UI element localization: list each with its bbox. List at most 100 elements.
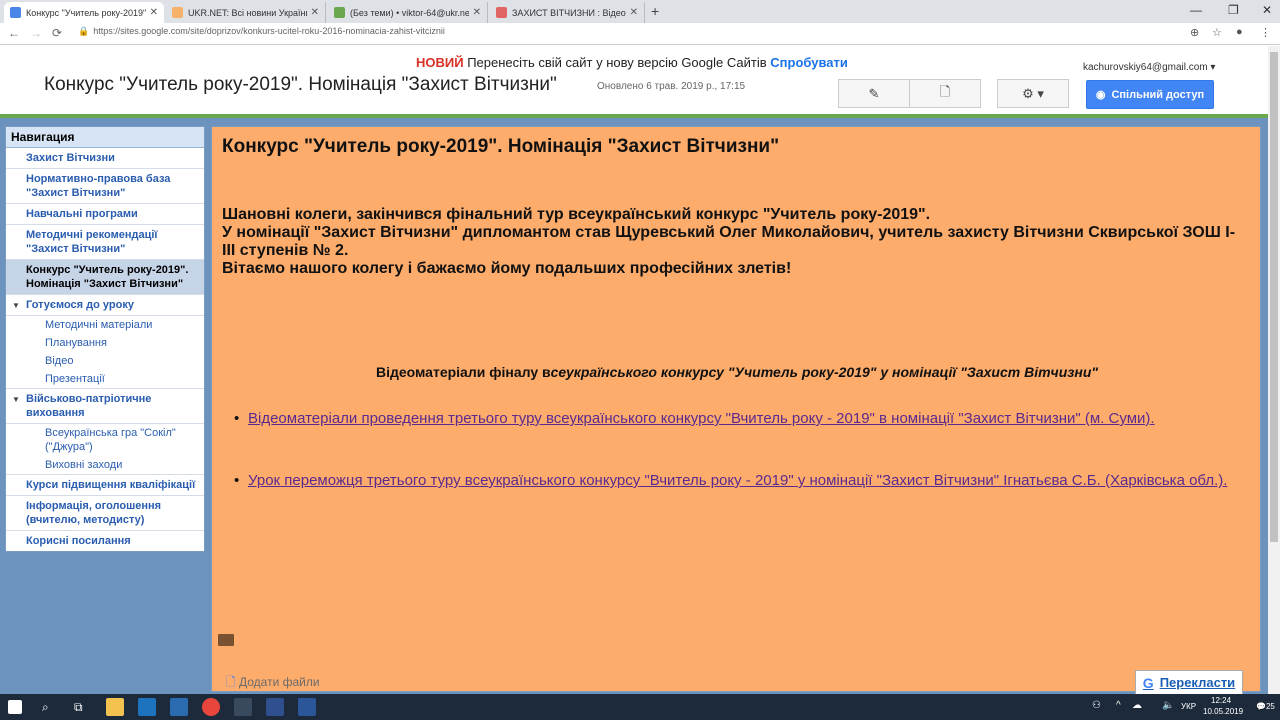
people-icon[interactable]: ⚇ bbox=[1092, 700, 1101, 711]
settings-menu-button[interactable]: ⚙ ▾ bbox=[997, 79, 1069, 108]
mail-app-icon[interactable] bbox=[234, 698, 252, 716]
video-link-item: • Урок переможця третього туру всеукраїн… bbox=[234, 472, 1248, 490]
language-indicator[interactable]: УКР bbox=[1181, 702, 1196, 711]
announcement-line: У номінації "Захист Вітчизни" дипломанто… bbox=[222, 224, 1236, 259]
edit-page-button[interactable]: ✎ bbox=[838, 79, 910, 108]
clock-time[interactable]: 12:24 bbox=[1211, 696, 1231, 705]
site-title: Конкурс "Учитель року-2019". Номінація "… bbox=[44, 74, 557, 95]
video-link-item: • Відеоматеріали проведення третього тур… bbox=[234, 410, 1248, 428]
close-icon[interactable]: ✕ bbox=[630, 7, 638, 18]
file-explorer-icon[interactable] bbox=[106, 698, 124, 716]
google-g-icon: G bbox=[1142, 674, 1154, 691]
site-header: НОВИЙ Перенесіть свій сайт у нову версію… bbox=[0, 46, 1268, 114]
folder-icon[interactable] bbox=[218, 634, 234, 646]
share-button[interactable]: ◉ Спільний доступ bbox=[1086, 80, 1214, 109]
close-icon[interactable]: ✕ bbox=[473, 7, 481, 18]
close-icon[interactable]: ✕ bbox=[311, 7, 319, 18]
edge-icon[interactable] bbox=[138, 698, 156, 716]
browser-tab-active[interactable]: Конкурс "Учитель року-2019". Н ✕ bbox=[4, 2, 164, 23]
task-view-icon[interactable]: ⧉ bbox=[74, 700, 83, 715]
globe-icon: ◉ bbox=[1095, 89, 1106, 101]
store-icon[interactable] bbox=[170, 698, 188, 716]
bullet: • bbox=[234, 472, 240, 489]
url-field[interactable]: 🔒 https://sites.google.com/site/doprizov/… bbox=[78, 26, 445, 37]
sidebar-item-prezentatsii[interactable]: Презентації bbox=[6, 370, 204, 389]
bullet: • bbox=[234, 410, 240, 427]
notification-center-icon[interactable]: 💬25 bbox=[1256, 702, 1275, 711]
video-materials-link[interactable]: Відеоматеріали проведення третього туру … bbox=[248, 410, 1155, 427]
sidebar-item-zakhyst-vitchyzny[interactable]: Захист Вітчизни bbox=[6, 148, 204, 169]
sidebar-group-hotuyemosya[interactable]: ▼ Готуємося до уроку bbox=[6, 295, 204, 316]
add-file-icon: 🗋 bbox=[226, 675, 236, 689]
add-files-button[interactable]: 🗋 Додати файли bbox=[226, 673, 320, 694]
volume-icon[interactable]: 🔈 bbox=[1162, 700, 1174, 711]
promo-text: Перенесіть свій сайт у нову версію Googl… bbox=[467, 55, 767, 70]
reload-icon[interactable]: ⟳ bbox=[52, 26, 62, 40]
main-content: Конкурс "Учитель року-2019". Номінація "… bbox=[211, 126, 1261, 692]
network-icon[interactable]: ☁ bbox=[1132, 700, 1142, 711]
new-page-icon: 🗋 bbox=[939, 83, 951, 99]
winner-lesson-link[interactable]: Урок переможця третього туру всеукраїнсь… bbox=[248, 472, 1227, 489]
browser-tab[interactable]: UKR.NET: Всі новини України, о ✕ bbox=[166, 2, 326, 23]
notification-count: 25 bbox=[1265, 702, 1275, 711]
scrollbar-thumb[interactable] bbox=[1270, 52, 1278, 542]
word-icon[interactable] bbox=[298, 698, 316, 716]
maximize-icon[interactable]: ❐ bbox=[1228, 3, 1239, 17]
clock-date[interactable]: 10.05.2019 bbox=[1203, 707, 1243, 716]
menu-icon[interactable]: ⋮ bbox=[1260, 26, 1271, 39]
zoom-icon[interactable]: ⊕ bbox=[1190, 26, 1199, 39]
sidebar-item-label: Готуємося до уроку bbox=[26, 299, 134, 311]
browser-tab[interactable]: ЗАХИСТ ВІТЧИЗНИ : Відео про ✕ bbox=[490, 2, 645, 23]
sidebar-item-planuvannya[interactable]: Планування bbox=[6, 334, 204, 352]
tab-title: UKR.NET: Всі новини України, о bbox=[188, 7, 307, 18]
account-menu[interactable]: kachurovskiy64@gmail.com ▾ bbox=[1083, 62, 1215, 73]
gear-icon: ⚙ ▾ bbox=[1022, 85, 1044, 101]
translate-button[interactable]: G Перекласти bbox=[1135, 670, 1243, 695]
page-title: Конкурс "Учитель року-2019". Номінація "… bbox=[222, 136, 780, 157]
sidebar-item-kursy[interactable]: Курси підвищення кваліфікації bbox=[6, 475, 204, 496]
translate-label: Перекласти bbox=[1159, 675, 1236, 690]
url-text: https://sites.google.com/site/doprizov/k… bbox=[93, 26, 445, 36]
sidebar-item-metodychni-rekomendatsii[interactable]: Методичні рекомендації "Захист Вітчизни" bbox=[6, 225, 204, 260]
sidebar-item-informatsiya[interactable]: Інформація, оголошення (вчителю, методис… bbox=[6, 496, 204, 531]
save-app-icon[interactable] bbox=[266, 698, 284, 716]
google-sites-icon bbox=[10, 7, 21, 18]
tab-title: ЗАХИСТ ВІТЧИЗНИ : Відео про bbox=[512, 7, 626, 18]
sidebar-item-navchalni-prohramy[interactable]: Навчальні програми bbox=[6, 204, 204, 225]
announcement-line: Вітаємо нашого колегу і бажаємо йому под… bbox=[222, 260, 792, 277]
sidebar-group-viyskovo-patriotychne[interactable]: ▼ Військово-патріотичне виховання bbox=[6, 389, 204, 424]
profile-icon[interactable]: ● bbox=[1236, 26, 1243, 38]
star-icon[interactable]: ☆ bbox=[1212, 26, 1222, 39]
chrome-icon[interactable] bbox=[202, 698, 220, 716]
forward-icon[interactable]: → bbox=[30, 26, 42, 40]
browser-tab[interactable]: (Без теми) • viktor-64@ukr.net ✕ bbox=[328, 2, 488, 23]
announcement: Шановні колеги, закінчився фінальний тур… bbox=[222, 206, 1242, 278]
sidebar-item-label: Військово-патріотичне виховання bbox=[26, 393, 152, 419]
search-icon[interactable]: ⌕ bbox=[42, 700, 49, 715]
tray-chevron-icon[interactable]: ^ bbox=[1116, 700, 1121, 711]
sidebar-item-vykhovni-zakhody[interactable]: Виховні заходи bbox=[6, 456, 204, 475]
video-section-heading: Відеоматеріали фіналу всеукраїнського ко… bbox=[212, 364, 1262, 380]
sidebar-item-korysni-posylannya[interactable]: Корисні посилання bbox=[6, 531, 204, 551]
close-icon[interactable]: ✕ bbox=[150, 7, 158, 18]
heading-italic: сеукраїнського конкурсу "Учитель року-20… bbox=[550, 364, 1099, 380]
windows-start-icon[interactable] bbox=[8, 700, 22, 714]
sidebar-item-metodychni-materialy[interactable]: Методичні матеріали bbox=[6, 316, 204, 334]
close-window-icon[interactable]: ✕ bbox=[1262, 3, 1272, 17]
sidebar-item-normatyvna-baza[interactable]: Нормативно-правова база "Захист Вітчизни… bbox=[6, 169, 204, 204]
sidebar-item-hra-sokil[interactable]: Всеукраїнська гра "Сокіл" ("Джура") bbox=[6, 424, 204, 456]
minimize-icon[interactable]: — bbox=[1190, 3, 1202, 17]
back-icon[interactable]: ← bbox=[8, 26, 20, 40]
new-page-button[interactable]: 🗋 bbox=[909, 79, 981, 108]
expand-triangle-icon[interactable]: ▼ bbox=[12, 393, 20, 407]
heading-plain: Відеоматеріали фіналу в bbox=[375, 364, 551, 380]
new-tab-button[interactable]: + bbox=[651, 3, 659, 19]
sidebar-item-video[interactable]: Відео bbox=[6, 352, 204, 370]
sidebar-item-konkurs-current[interactable]: Конкурс "Учитель року-2019". Номінація "… bbox=[6, 260, 204, 295]
add-files-label: Додати файли bbox=[239, 675, 320, 689]
last-updated: Оновлено 6 трав. 2019 р., 17:15 bbox=[597, 81, 746, 92]
account-email: kachurovskiy64@gmail.com bbox=[1083, 62, 1208, 73]
mail-icon bbox=[334, 7, 345, 18]
expand-triangle-icon[interactable]: ▼ bbox=[12, 299, 20, 313]
try-link[interactable]: Спробувати bbox=[770, 55, 848, 70]
